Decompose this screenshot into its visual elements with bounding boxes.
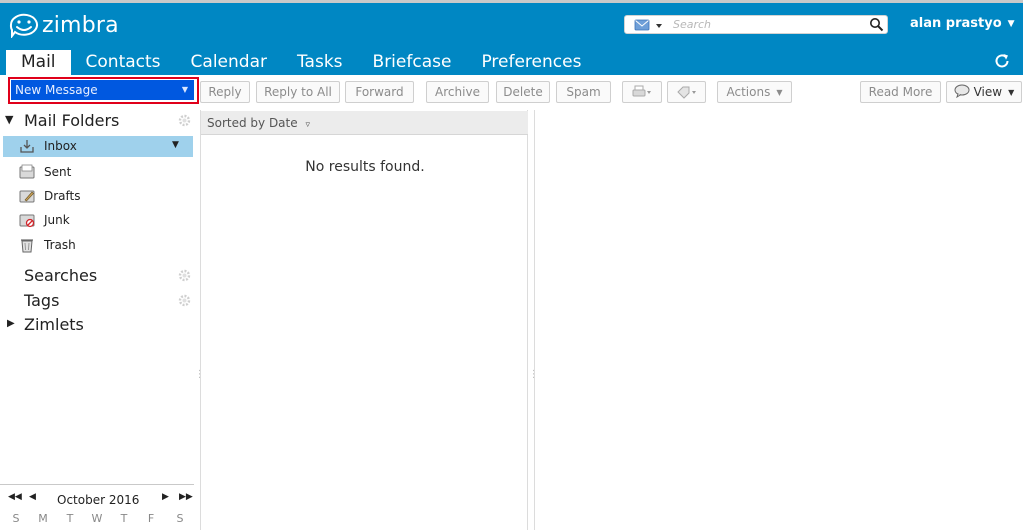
chevron-down-icon[interactable]: ▼ <box>172 140 179 150</box>
tag-icon <box>676 86 696 99</box>
searches-label: Searches <box>24 266 98 285</box>
speech-bubble-icon <box>954 84 970 99</box>
printer-icon <box>632 85 651 97</box>
mail-folders-label: Mail Folders <box>24 111 120 130</box>
gear-icon[interactable] <box>178 269 191 282</box>
tab-calendar[interactable]: Calendar <box>176 50 282 75</box>
search-type-dropdown[interactable] <box>633 19 669 32</box>
view-button[interactable]: View ▼ <box>946 81 1022 103</box>
read-more-button[interactable]: Read More <box>860 81 941 103</box>
reply-button[interactable]: Reply <box>200 81 250 103</box>
reply-all-button[interactable]: Reply to All <box>256 81 340 103</box>
next-month-icon[interactable]: ▶ <box>162 492 169 502</box>
brand-name: zimbra <box>42 12 119 38</box>
weekday-label: M <box>38 512 48 525</box>
folder-item-trash[interactable]: Trash <box>44 238 76 252</box>
sent-folder-icon <box>19 164 35 179</box>
gear-icon[interactable] <box>178 114 191 127</box>
user-name: alan prastyo <box>910 16 1002 31</box>
tab-tasks[interactable]: Tasks <box>282 50 358 75</box>
folder-item-drafts[interactable]: Drafts <box>44 189 81 203</box>
print-button[interactable] <box>622 81 662 103</box>
sort-label: Sorted by Date <box>207 116 298 130</box>
tab-mail[interactable]: Mail <box>6 50 71 75</box>
chevron-down-icon[interactable]: ▼ <box>182 80 188 100</box>
junk-folder-icon <box>19 214 35 228</box>
tab-contacts[interactable]: Contacts <box>71 50 176 75</box>
mini-calendar: ◀◀ ◀ October 2016 ▶ ▶▶ S M T W T F S <box>0 484 194 530</box>
weekday-label: T <box>66 512 74 525</box>
collapse-arrow-icon[interactable]: ▼ <box>5 113 13 126</box>
folder-label-inbox: Inbox <box>44 139 77 153</box>
weekday-label: S <box>12 512 20 525</box>
folder-item-sent[interactable]: Sent <box>44 165 71 179</box>
gear-icon[interactable] <box>178 294 191 307</box>
view-label: View <box>973 85 1003 99</box>
chevron-down-icon: ▼ <box>1008 88 1015 97</box>
chevron-down-icon: ▼ <box>1007 19 1015 29</box>
folder-pane: ▼ Mail Folders Inbox ▼ Sent Drafts Junk … <box>0 110 194 530</box>
delete-button[interactable]: Delete <box>496 81 550 103</box>
sort-arrow-icon[interactable]: ▿ <box>305 120 310 130</box>
drafts-folder-icon <box>19 190 35 203</box>
top-border <box>0 0 1023 3</box>
new-message-label: New Message <box>15 83 98 97</box>
search-input[interactable]: Search <box>673 18 711 31</box>
weekday-label: W <box>91 512 103 525</box>
empty-message: No results found. <box>305 159 425 175</box>
user-menu[interactable]: alan prastyo ▼ <box>910 16 1015 31</box>
actions-label: Actions <box>726 85 771 99</box>
app-header: zimbra Search alan prastyo ▼ Mail Contact… <box>0 0 1023 75</box>
folder-item-inbox[interactable]: Inbox ▼ <box>3 136 193 157</box>
forward-button[interactable]: Forward <box>345 81 414 103</box>
archive-button[interactable]: Archive <box>426 81 489 103</box>
tab-preferences[interactable]: Preferences <box>466 50 596 75</box>
reading-pane <box>534 110 1023 530</box>
folder-item-junk[interactable]: Junk <box>44 213 70 227</box>
weekday-label: F <box>147 512 155 525</box>
search-icon[interactable] <box>869 17 884 32</box>
chevron-down-icon: ▼ <box>776 88 783 97</box>
sort-header[interactable]: Sorted by Date ▿ <box>201 111 528 135</box>
trash-icon <box>21 239 33 253</box>
next-year-icon[interactable]: ▶▶ <box>179 492 193 502</box>
spam-button[interactable]: Spam <box>556 81 611 103</box>
tag-button[interactable] <box>667 81 706 103</box>
actions-button[interactable]: Actions ▼ <box>717 81 792 103</box>
zimlets-label: Zimlets <box>24 315 84 334</box>
calendar-month: October 2016 <box>57 493 140 507</box>
zimbra-logo-icon <box>9 13 38 38</box>
message-list: Sorted by Date ▿ No results found. <box>200 110 528 530</box>
refresh-icon[interactable] <box>993 52 1011 70</box>
previous-year-icon[interactable]: ◀◀ <box>8 492 22 502</box>
tab-briefcase[interactable]: Briefcase <box>358 50 467 75</box>
tags-label: Tags <box>24 291 60 310</box>
inbox-icon <box>20 140 34 153</box>
weekday-label: S <box>176 512 184 525</box>
new-message-button[interactable]: New Message ▼ <box>11 80 194 100</box>
search-box[interactable]: Search <box>624 15 888 34</box>
expand-arrow-icon[interactable]: ▶ <box>7 318 15 329</box>
app-tabs: Mail Contacts Calendar Tasks Briefcase P… <box>6 50 596 75</box>
weekday-label: T <box>120 512 128 525</box>
zimbra-logo[interactable]: zimbra <box>8 12 119 38</box>
previous-month-icon[interactable]: ◀ <box>29 492 36 502</box>
mail-toolbar: New Message ▼ Reply Reply to All Forward… <box>0 75 1023 110</box>
